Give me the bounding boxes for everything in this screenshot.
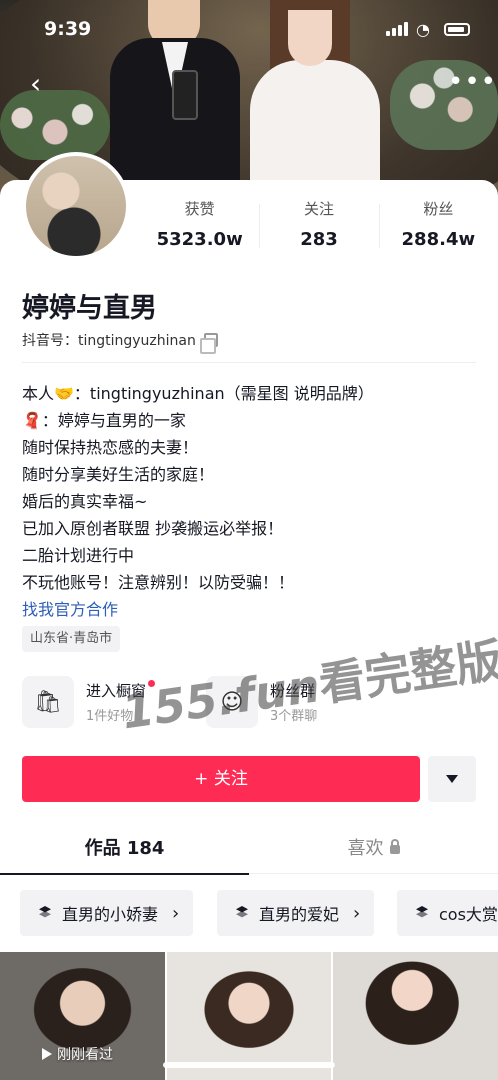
chevron-right-icon: › — [172, 902, 180, 924]
video-thumbnail[interactable] — [166, 952, 332, 1080]
video-thumbnail[interactable] — [333, 952, 498, 1080]
caret-down-icon — [446, 775, 458, 783]
location-tag[interactable]: 山东省·青岛市 — [22, 626, 121, 652]
shopping-bag-icon: 🛍 — [22, 676, 74, 728]
stat-following[interactable]: 关注 283 — [259, 198, 378, 258]
group-chat-icon: ☺ — [206, 676, 258, 728]
tab-works-label: 作品 184 — [84, 838, 165, 859]
shop-window-subtitle: 1件好物 — [86, 709, 134, 724]
follow-button[interactable]: + 关注 — [22, 756, 420, 802]
collection-chip[interactable]: cos大赏 — [397, 890, 498, 936]
signal-icon — [386, 22, 408, 36]
stat-label: 粉丝 — [423, 200, 454, 218]
avatar[interactable] — [22, 152, 130, 260]
shop-window-title: 进入橱窗 — [86, 682, 147, 700]
battery-icon — [444, 23, 470, 36]
status-time: 9:39 — [44, 18, 92, 40]
fan-group-title: 粉丝群 — [270, 682, 316, 700]
profile-bio: 本人🤝：tingtingyuzhinan（需星图 说明品牌） 🧣：婷婷与直男的一… — [22, 380, 482, 623]
play-icon — [42, 1048, 52, 1060]
collection-label: cos大赏 — [439, 905, 498, 924]
cover-flowers-left — [0, 90, 110, 160]
shop-window-entry[interactable]: 🛍 进入橱窗 1件好物 — [22, 676, 156, 728]
stat-followers[interactable]: 粉丝 288.4w — [378, 198, 498, 258]
just-watched-tag: 刚刚看过 — [42, 1044, 113, 1064]
back-button[interactable]: ‹ — [30, 70, 41, 98]
bio-line: 随时分享美好生活的家庭！ — [22, 465, 215, 484]
chevron-right-icon: › — [353, 902, 361, 924]
new-dot — [148, 680, 156, 687]
lock-icon — [389, 838, 400, 854]
bio-line: 随时保持热恋感的夫妻！ — [22, 438, 199, 457]
douyin-id[interactable]: 抖音号：tingtingyuzhinan — [22, 330, 218, 354]
collection-chip[interactable]: 直男的爱妃 › — [217, 890, 375, 936]
copy-icon[interactable] — [199, 333, 218, 354]
bio-line: 婚后的真实幸福~ — [22, 492, 148, 511]
more-actions-button[interactable] — [428, 756, 476, 802]
bio-line: 二胎计划进行中 — [22, 546, 135, 565]
bio-line: 本人🤝：tingtingyuzhinan（需星图 说明品牌） — [22, 384, 374, 403]
video-thumbnail[interactable]: 刚刚看过 — [0, 952, 165, 1080]
home-indicator — [163, 1062, 335, 1068]
video-grid: 刚刚看过 — [0, 952, 498, 1080]
collection-icon — [235, 906, 251, 920]
fan-group-subtitle: 3个群聊 — [270, 709, 318, 724]
collection-icon — [38, 906, 54, 920]
tab-likes-label: 喜欢 — [347, 838, 384, 859]
stat-label: 关注 — [303, 200, 334, 218]
content-tabs: 作品 184 喜欢 — [0, 824, 498, 875]
collections-row: 直男的小娇妻 › 直男的爱妃 › cos大赏 — [20, 890, 498, 936]
bio-line: 不玩他账号！注意辨别！以防受骗！！ — [22, 573, 295, 592]
collection-icon — [415, 906, 431, 920]
stat-likes[interactable]: 获赞 5323.0w — [140, 198, 259, 258]
douyin-id-text: 抖音号：tingtingyuzhinan — [22, 333, 196, 349]
profile-name: 婷婷与直男 — [22, 293, 157, 324]
stat-value: 288.4w — [401, 229, 476, 250]
tab-works[interactable]: 作品 184 — [0, 824, 249, 875]
cover-camera — [172, 70, 198, 120]
more-options-button[interactable]: ••• — [448, 69, 497, 95]
collection-label: 直男的小娇妻 — [62, 905, 159, 924]
just-watched-label: 刚刚看过 — [57, 1047, 113, 1063]
collection-chip[interactable]: 直男的小娇妻 › — [20, 890, 194, 936]
bio-line: 已加入原创者联盟 抄袭搬运必举报！ — [22, 519, 284, 538]
status-bar: 9:39 ◔ — [0, 14, 498, 44]
wifi-icon: ◔ — [416, 20, 430, 39]
collection-label: 直男的爱妃 — [259, 905, 340, 924]
tab-likes[interactable]: 喜欢 — [249, 824, 498, 874]
bio-line: 🧣：婷婷与直男的一家 — [22, 411, 186, 430]
stat-label: 获赞 — [184, 200, 215, 218]
active-tab-indicator — [0, 873, 249, 875]
official-cooperation-link[interactable]: 找我官方合作 — [22, 596, 482, 623]
stat-value: 5323.0w — [156, 229, 243, 250]
profile-entries: 🛍 进入橱窗 1件好物 ☺ 粉丝群 3个群聊 — [22, 676, 482, 736]
profile-stats: 获赞 5323.0w 关注 283 粉丝 288.4w — [140, 198, 498, 258]
fan-group-entry[interactable]: ☺ 粉丝群 3个群聊 — [206, 676, 317, 728]
divider — [22, 362, 476, 363]
stat-value: 283 — [300, 229, 338, 250]
